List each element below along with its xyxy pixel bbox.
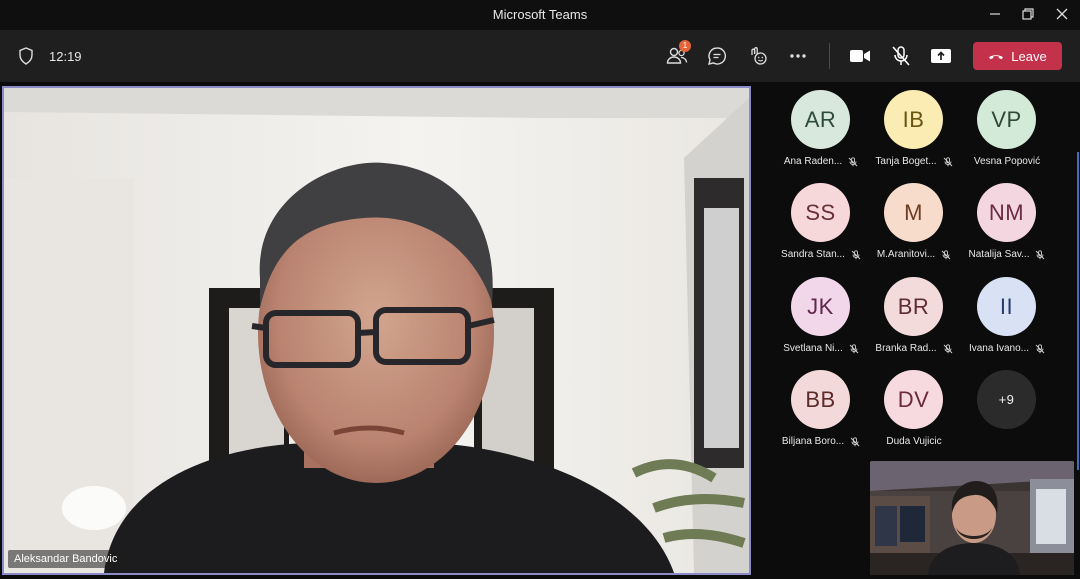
camera-button[interactable]	[847, 43, 873, 69]
mic-muted-icon	[1035, 343, 1045, 354]
title-bar: Microsoft Teams	[0, 0, 1080, 30]
mic-muted-icon	[851, 249, 861, 260]
participant-name-row: Vesna Popović	[957, 156, 1057, 167]
window-title: Microsoft Teams	[492, 7, 588, 22]
mic-muted-icon	[848, 156, 858, 167]
participant-name-row: Svetlana Ni...	[771, 343, 871, 354]
participant-avatar: JK	[791, 277, 850, 336]
minimize-icon	[990, 13, 1000, 15]
gallery-scrollbar[interactable]	[1077, 152, 1079, 470]
participant-name: Duda Vujicic	[886, 436, 942, 447]
participant-name: M.Aranitovi...	[876, 249, 936, 260]
mic-muted-icon	[850, 436, 860, 447]
participant-name: Vesna Popović	[973, 156, 1041, 167]
participant-tile[interactable]: DV Duda Vujicic	[864, 362, 964, 452]
restore-button[interactable]	[1013, 3, 1043, 25]
participant-tile[interactable]: BB Biljana Boro...	[771, 362, 871, 452]
self-view-frame	[870, 461, 1074, 575]
participant-name-row: Sandra Stan...	[771, 249, 871, 260]
meeting-toolbar: 12:19 1 Leave	[0, 30, 1080, 82]
participant-tile[interactable]: VP Vesna Popović	[957, 82, 1057, 172]
participant-tile[interactable]: M M.Aranitovi...	[864, 175, 964, 265]
mic-muted-icon	[941, 249, 951, 260]
participant-name: Ivana Ivano...	[968, 343, 1030, 354]
share-screen-button[interactable]	[928, 43, 954, 69]
chat-button[interactable]	[704, 43, 730, 69]
restore-icon	[1022, 8, 1034, 20]
mic-muted-icon	[943, 156, 953, 167]
participant-name: Sandra Stan...	[781, 249, 845, 260]
participant-name-row: M.Aranitovi...	[864, 249, 964, 260]
participant-avatar: AR	[791, 90, 850, 149]
participant-name: Ana Raden...	[783, 156, 843, 167]
camera-icon	[850, 50, 870, 62]
minimize-button[interactable]	[980, 3, 1010, 25]
more-options-button[interactable]	[785, 43, 811, 69]
participant-name: Natalija Sav...	[968, 249, 1030, 260]
shield-icon[interactable]	[18, 47, 34, 65]
toolbar-divider	[829, 43, 830, 69]
participants-badge: 1	[679, 40, 691, 52]
participant-avatar: VP	[977, 90, 1036, 149]
participant-tile[interactable]: NM Natalija Sav...	[957, 175, 1057, 265]
mic-muted-icon	[849, 343, 859, 354]
participant-tile[interactable]: II Ivana Ivano...	[957, 269, 1057, 359]
leave-button[interactable]: Leave	[973, 42, 1062, 70]
participant-avatar: SS	[791, 183, 850, 242]
reactions-button[interactable]	[745, 43, 771, 69]
participants-button[interactable]: 1	[664, 40, 691, 69]
participant-tile[interactable]: SS Sandra Stan...	[771, 175, 871, 265]
active-speaker-video[interactable]: Aleksandar Bandovic	[2, 86, 751, 575]
participant-name-row: Ana Raden...	[771, 156, 871, 167]
participant-name: Branka Rad...	[875, 343, 937, 354]
participant-name-row: Natalija Sav...	[957, 249, 1057, 260]
phone-hangup-icon	[989, 55, 1004, 60]
participant-tile[interactable]: IB Tanja Boget...	[864, 82, 964, 172]
speaker-name-tag: Aleksandar Bandovic	[8, 550, 124, 568]
participant-name-row: Duda Vujicic	[864, 436, 964, 447]
participant-tile[interactable]: JK Svetlana Ni...	[771, 269, 871, 359]
close-icon	[1056, 8, 1068, 20]
video-frame	[4, 88, 749, 573]
close-button[interactable]	[1047, 3, 1077, 25]
participant-name-row: Ivana Ivano...	[957, 343, 1057, 354]
participant-avatar: NM	[977, 183, 1036, 242]
share-icon	[931, 49, 951, 63]
more-icon	[790, 54, 806, 58]
overflow-tile[interactable]: +9	[957, 362, 1057, 452]
overflow-count: +9	[977, 370, 1036, 429]
participant-name-row: Biljana Boro...	[771, 436, 871, 447]
participant-avatar: II	[977, 277, 1036, 336]
microphone-button[interactable]	[888, 43, 914, 69]
leave-label: Leave	[1011, 48, 1047, 64]
meeting-timer: 12:19	[49, 49, 82, 64]
participant-name: Tanja Boget...	[875, 156, 937, 167]
mic-muted-icon	[1035, 249, 1045, 260]
participant-name: Svetlana Ni...	[783, 343, 843, 354]
chat-icon	[708, 47, 726, 65]
participant-name-row: Branka Rad...	[864, 343, 964, 354]
participant-name-row: Tanja Boget...	[864, 156, 964, 167]
participant-tile[interactable]: AR Ana Raden...	[771, 82, 871, 172]
reactions-icon	[751, 47, 767, 65]
participant-avatar: DV	[884, 370, 943, 429]
participant-avatar: BB	[791, 370, 850, 429]
participant-avatar: M	[884, 183, 943, 242]
mic-off-icon	[892, 46, 910, 66]
mic-muted-icon	[943, 343, 953, 354]
participant-avatar: IB	[884, 90, 943, 149]
participant-avatar: BR	[884, 277, 943, 336]
participant-tile[interactable]: BR Branka Rad...	[864, 269, 964, 359]
participant-name: Biljana Boro...	[781, 436, 845, 447]
self-view-video[interactable]	[870, 461, 1074, 575]
